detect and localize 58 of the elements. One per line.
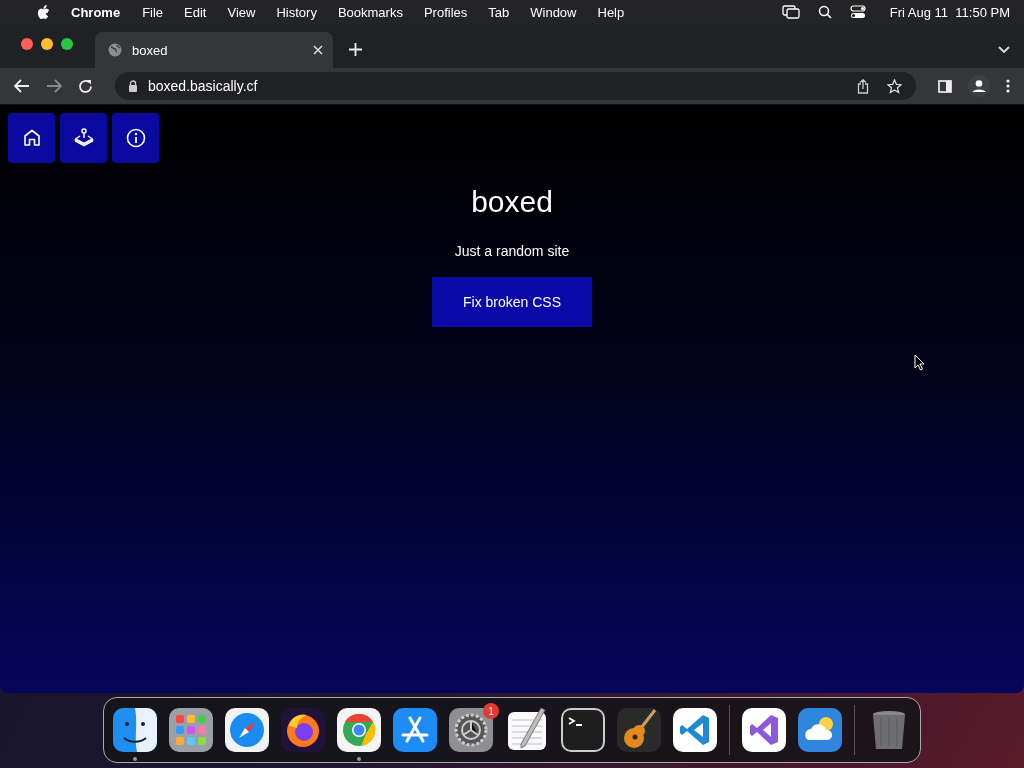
menu-clock[interactable]: Fri Aug 11 11:50 PM xyxy=(889,4,1010,20)
launchpad-app-icon[interactable] xyxy=(169,708,213,752)
menu-item[interactable]: Tab xyxy=(488,4,510,20)
info-icon xyxy=(125,128,146,148)
weather-app-icon[interactable] xyxy=(798,708,842,752)
screen-mirroring-icon[interactable] xyxy=(781,5,800,19)
menu-item[interactable]: Profiles xyxy=(423,4,468,20)
app-store-icon[interactable] xyxy=(393,708,437,752)
notepad-pen-app-icon[interactable] xyxy=(505,708,549,752)
minimize-window-button[interactable] xyxy=(41,38,53,50)
joystick-icon xyxy=(73,128,94,148)
address-bar[interactable]: boxed.basically.cf xyxy=(115,72,916,100)
control-center-icon[interactable] xyxy=(849,5,866,19)
site-title: boxed xyxy=(471,185,553,219)
firefox-app-icon[interactable] xyxy=(281,708,325,752)
lock-icon xyxy=(128,80,138,92)
info-button[interactable] xyxy=(112,113,159,163)
menu-item[interactable]: File xyxy=(142,4,164,20)
mouse-pointer-icon xyxy=(914,354,925,371)
new-tab-icon[interactable] xyxy=(349,43,362,56)
profile-icon[interactable] xyxy=(968,75,990,97)
forward-arrow-icon[interactable] xyxy=(46,79,62,93)
chrome-app-icon[interactable] xyxy=(337,708,381,752)
menu-item[interactable]: Edit xyxy=(184,4,207,20)
visual-studio-app-icon[interactable] xyxy=(742,708,786,752)
joystick-button[interactable] xyxy=(60,113,107,163)
finder-app-icon[interactable] xyxy=(113,708,157,752)
close-icon[interactable] xyxy=(313,45,323,55)
code-editor-app-icon[interactable] xyxy=(673,708,717,752)
menu-item[interactable]: Help xyxy=(597,4,625,20)
home-button[interactable] xyxy=(8,113,55,163)
menu-item[interactable]: Bookmarks xyxy=(337,4,403,20)
menu-item[interactable]: Window xyxy=(530,4,577,20)
terminal-app-icon[interactable] xyxy=(561,708,605,752)
zoom-window-button[interactable] xyxy=(61,38,73,50)
star-icon[interactable] xyxy=(887,78,902,94)
back-arrow-icon[interactable] xyxy=(14,79,30,93)
site-tagline: Just a random site xyxy=(454,243,570,259)
menu-item[interactable]: History xyxy=(276,4,317,20)
globe-icon xyxy=(108,43,122,57)
guitar-app-icon[interactable] xyxy=(617,708,661,752)
reload-icon[interactable] xyxy=(78,78,93,94)
tab-title: boxed xyxy=(132,42,169,58)
share-icon[interactable] xyxy=(857,78,869,94)
notification-badge: 1 xyxy=(483,703,499,719)
chevron-down-icon[interactable] xyxy=(998,46,1010,54)
browser-tab[interactable]: boxed xyxy=(95,32,333,68)
menu-app-name[interactable]: Chrome xyxy=(71,4,121,20)
search-icon[interactable] xyxy=(817,5,832,19)
home-icon xyxy=(22,129,41,147)
more-options-icon[interactable] xyxy=(1006,79,1010,93)
side-panel-icon[interactable] xyxy=(938,79,952,93)
gear-app-icon[interactable] xyxy=(449,708,493,752)
menu-item[interactable]: View xyxy=(227,4,256,20)
apple-logo-icon[interactable] xyxy=(37,4,50,20)
compass-app-icon[interactable] xyxy=(225,708,269,752)
close-window-button[interactable] xyxy=(21,38,33,50)
fix-css-button[interactable]: Fix broken CSS xyxy=(432,277,592,327)
